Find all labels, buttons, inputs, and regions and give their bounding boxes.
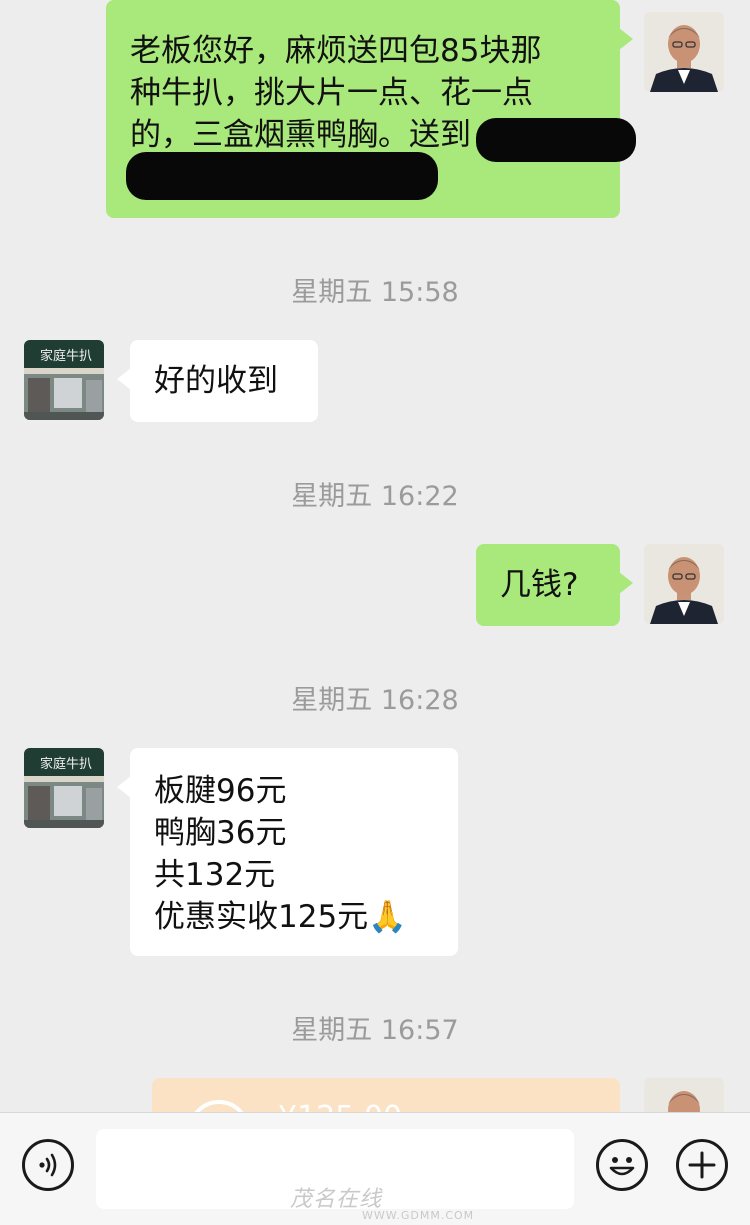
voice-icon xyxy=(39,1153,57,1177)
transfer-icon xyxy=(188,1100,250,1112)
money-transfer-card[interactable]: ¥125.00 xyxy=(152,1078,620,1112)
transfer-amount: ¥125.00 xyxy=(278,1100,402,1112)
timestamp: 星期五 16:57 xyxy=(291,1015,459,1046)
message-text: 几钱? xyxy=(500,567,579,603)
timestamp: 星期五 15:58 xyxy=(291,277,459,308)
user-portrait-avatar-icon xyxy=(644,544,724,624)
outgoing-message-bubble[interactable]: 老板您好，麻烦送四包85块那 种牛扒，挑大片一点、花一点 的，三盒烟熏鸭胸。送到 xyxy=(106,0,636,218)
message-line: 优惠实收125元 xyxy=(154,899,369,935)
user-portrait-avatar-icon xyxy=(644,12,724,92)
redaction-scribble xyxy=(476,118,636,162)
contact-avatar[interactable]: 家庭牛扒 xyxy=(24,748,104,828)
plus-icon xyxy=(688,1151,716,1179)
pray-hands-emoji-icon: 🙏 xyxy=(368,899,407,935)
message-line: 老板您好，麻烦送四包85块那 xyxy=(130,33,542,69)
timestamp: 星期五 16:28 xyxy=(291,685,459,716)
timestamp: 星期五 16:22 xyxy=(291,481,459,512)
incoming-message-bubble[interactable]: 好的收到 xyxy=(117,340,318,422)
user-portrait-avatar-icon xyxy=(644,1078,724,1112)
message-line: 共132元 xyxy=(154,857,276,893)
incoming-message-bubble[interactable]: 板腱96元 鸭胸36元 共132元 优惠实收125元🙏 xyxy=(117,748,458,956)
shop-storefront-avatar-icon: 家庭牛扒 xyxy=(24,340,104,420)
message-line: 种牛扒，挑大片一点、花一点 xyxy=(130,75,533,111)
shop-storefront-avatar-icon: 家庭牛扒 xyxy=(24,748,104,828)
input-toolbar: 茂名在线 WWW.GDMM.COM xyxy=(0,1112,750,1225)
watermark-url: WWW.GDMM.COM xyxy=(362,1209,475,1222)
self-avatar[interactable] xyxy=(644,544,724,624)
message-text: 好的收到 xyxy=(154,363,278,399)
emoji-icon xyxy=(609,1157,635,1176)
plus-button[interactable] xyxy=(676,1139,728,1191)
message-line-with-emoji: 优惠实收125元🙏 xyxy=(154,896,434,938)
shop-sign-text: 家庭牛扒 xyxy=(40,756,92,772)
outgoing-message-bubble[interactable]: 几钱? xyxy=(476,544,633,626)
redaction-scribble xyxy=(126,152,438,200)
self-avatar[interactable] xyxy=(644,12,724,92)
voice-button[interactable] xyxy=(22,1139,74,1191)
message-line: 板腱96元 xyxy=(154,773,287,809)
chat-area[interactable]: 老板您好，麻烦送四包85块那 种牛扒，挑大片一点、花一点 的，三盒烟熏鸭胸。送到… xyxy=(0,0,750,1112)
site-watermark: 茂名在线 WWW.GDMM.COM xyxy=(290,1181,473,1222)
contact-avatar[interactable]: 家庭牛扒 xyxy=(24,340,104,420)
shop-sign-text: 家庭牛扒 xyxy=(40,348,92,364)
self-avatar[interactable] xyxy=(644,1078,724,1112)
emoji-button[interactable] xyxy=(596,1139,648,1191)
message-line: 鸭胸36元 xyxy=(154,815,287,851)
